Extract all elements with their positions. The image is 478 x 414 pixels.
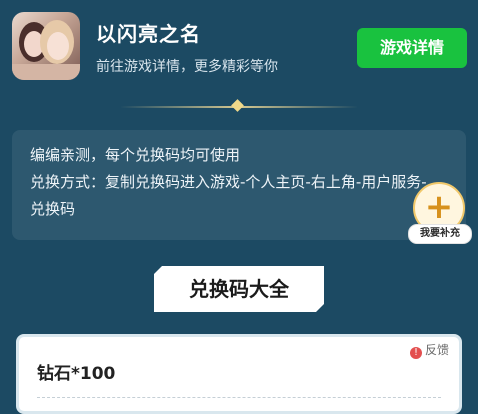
card-divider xyxy=(37,397,441,398)
divider-diamond-icon xyxy=(231,99,244,112)
add-code-label: 我要补充 xyxy=(408,224,472,244)
feedback-button[interactable]: ! 反馈 xyxy=(406,341,453,359)
notice-line-method: 兑换方式：复制兑换码进入游戏-个人主页-右上角-用户服务-兑换码 xyxy=(30,173,427,218)
game-subtitle: 前往游戏详情，更多精彩等你 xyxy=(96,59,278,75)
notice-box: 编编亲测，每个兑换码均可使用 兑换方式：复制兑换码进入游戏-个人主页-右上角-用… xyxy=(12,130,466,240)
game-icon[interactable] xyxy=(12,12,80,80)
add-code-button[interactable]: + 我要补充 xyxy=(408,182,472,244)
code-card: ! 反馈 钻石*100 xyxy=(16,334,462,414)
reward-text: 钻石*100 xyxy=(37,364,116,384)
notice-text: 编编亲测，每个兑换码均可使用 兑换方式：复制兑换码进入游戏-个人主页-右上角-用… xyxy=(30,142,430,223)
notice-line-tested: 编编亲测，每个兑换码均可使用 xyxy=(30,146,241,164)
game-characters-icon xyxy=(12,20,80,80)
section-title: 兑换码大全 xyxy=(154,266,324,312)
game-header: 以闪亮之名 前往游戏详情，更多精彩等你 游戏详情 xyxy=(0,0,478,96)
alert-icon: ! xyxy=(409,347,422,359)
game-title: 以闪亮之名 xyxy=(96,22,201,46)
feedback-label: 反馈 xyxy=(424,343,449,357)
game-detail-button[interactable]: 游戏详情 xyxy=(357,28,467,68)
